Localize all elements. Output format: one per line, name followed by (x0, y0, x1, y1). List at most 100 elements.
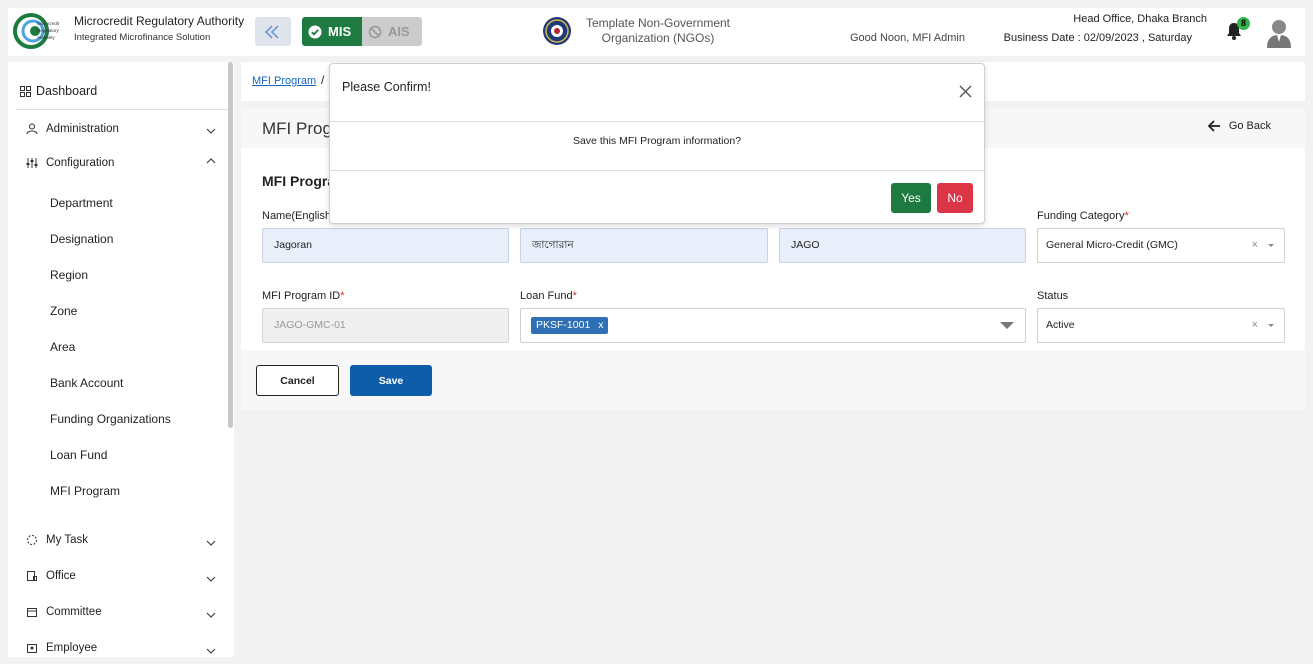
sidebar-item-configuration[interactable]: Configuration (26, 157, 216, 169)
sidebar-item-employee[interactable]: Employee (26, 642, 216, 654)
sidebar-item-loan-fund[interactable]: Loan Fund (50, 448, 107, 462)
yes-button[interactable]: Yes (891, 183, 931, 213)
sidebar-item-region[interactable]: Region (50, 268, 88, 282)
funding-category-label-text: Funding Category (1037, 210, 1125, 222)
cancel-button[interactable]: Cancel (256, 365, 339, 396)
sidebar-divider (16, 109, 228, 110)
sidebar-item-my-task[interactable]: My Task (26, 534, 216, 546)
dropdown-arrow-icon[interactable] (1000, 322, 1014, 329)
loan-fund-tag-label: PKSF-1001 (536, 319, 591, 331)
chevron-down-icon (206, 540, 216, 546)
user-greeting: Good Noon, MFI Admin (850, 32, 965, 44)
committee-icon (27, 608, 37, 617)
short-name-input[interactable]: JAGO (779, 228, 1026, 263)
sidebar-item-office[interactable]: Office (26, 570, 216, 582)
sidebar-item-funding-organizations[interactable]: Funding Organizations (50, 412, 171, 426)
check-circle-icon (308, 25, 322, 38)
ais-toggle-button[interactable]: AIS (362, 17, 422, 46)
configuration-label: Configuration (46, 157, 115, 169)
notification-badge: 8 (1237, 17, 1250, 30)
my-task-label: My Task (46, 534, 88, 546)
ais-label: AIS (388, 24, 410, 39)
sidebar-collapse-button[interactable] (255, 17, 291, 46)
sidebar-item-dashboard[interactable]: Dashboard (20, 84, 97, 98)
user-avatar-icon[interactable] (1266, 18, 1292, 48)
tenant-name: Template Non-Government Organization (NG… (578, 16, 738, 46)
chevron-up-icon (206, 158, 216, 164)
loan-fund-multiselect[interactable]: PKSF-1001 x (520, 308, 1026, 343)
name-bangla-input[interactable]: জাগোরান (520, 228, 768, 263)
chevron-down-icon (206, 612, 216, 618)
sidebar-item-administration[interactable]: Administration (26, 123, 216, 135)
sidebar-item-mfi-program[interactable]: MFI Program (50, 484, 120, 498)
office-label: Office (46, 570, 76, 582)
status-value: Active (1046, 319, 1075, 331)
mis-toggle-button[interactable]: MIS (302, 17, 362, 46)
dashboard-label: Dashboard (36, 84, 98, 98)
required-mark: * (340, 290, 345, 302)
dialog-title: Please Confirm! (342, 80, 431, 94)
dialog-divider (330, 170, 984, 171)
status-label: Status (1037, 290, 1069, 302)
sidebar-item-designation[interactable]: Designation (50, 232, 113, 246)
sidebar-item-department[interactable]: Department (50, 196, 113, 210)
tenant-line-1: Template Non-Government (585, 16, 731, 30)
sidebar-item-area[interactable]: Area (50, 340, 75, 354)
sidebar-item-bank-account[interactable]: Bank Account (50, 376, 123, 390)
committee-label: Committee (46, 606, 102, 618)
clear-icon[interactable]: × (1252, 309, 1258, 342)
sidebar-item-zone[interactable]: Zone (50, 304, 77, 318)
breadcrumb-link-mfi-program[interactable]: MFI Program (252, 75, 316, 87)
chevron-down-icon (206, 128, 216, 134)
ban-icon (368, 25, 382, 38)
government-emblem-icon (543, 17, 571, 45)
caret-down-icon (1268, 324, 1274, 327)
business-date: Business Date : 02/09/2023 , Saturday (1003, 32, 1192, 44)
employee-label: Employee (46, 642, 98, 654)
svg-text:Microcredit: Microcredit (37, 21, 60, 26)
required-mark: * (572, 290, 577, 302)
program-id-input: JAGO-GMC-01 (262, 308, 509, 343)
funding-category-value: General Micro-Credit (GMC) (1046, 239, 1178, 251)
go-back-button[interactable]: Go Back (1207, 120, 1271, 132)
employee-icon (27, 644, 37, 653)
mis-label: MIS (328, 24, 352, 39)
mra-logo-icon: Microcredit Regulatory Authority (13, 13, 60, 49)
save-button[interactable]: Save (350, 365, 432, 396)
administration-label: Administration (46, 123, 119, 135)
name-english-input[interactable]: Jagoran (262, 228, 509, 263)
caret-down-icon (1268, 244, 1274, 247)
loan-fund-label: Loan Fund* (520, 290, 577, 302)
sidebar-item-committee[interactable]: Committee (26, 606, 216, 618)
sidebar-scrollbar[interactable] (228, 62, 233, 428)
program-id-label-text: MFI Program ID (262, 290, 341, 302)
office-icon (27, 571, 37, 581)
org-name: Microcredit Regulatory Authority (74, 14, 245, 28)
clear-icon[interactable]: × (1252, 229, 1258, 262)
svg-text:Authority: Authority (37, 35, 56, 40)
page-title: MFI Prog (262, 119, 332, 138)
top-header: Microcredit Regulatory Authority Microcr… (8, 8, 1305, 56)
branch-name: Head Office, Dhaka Branch (1073, 13, 1207, 25)
org-subtitle: Integrated Microfinance Solution (74, 32, 211, 43)
arrow-left-icon (1207, 120, 1220, 132)
sliders-icon (26, 158, 38, 168)
svg-text:Regulatory: Regulatory (37, 28, 60, 33)
funding-category-label: Funding Category* (1037, 210, 1129, 222)
tag-remove-icon[interactable]: x (598, 319, 603, 331)
chevron-down-icon (206, 576, 216, 582)
required-mark: * (1124, 210, 1129, 222)
confirm-dialog: Please Confirm! Save this MFI Program in… (329, 63, 985, 224)
funding-category-select[interactable]: General Micro-Credit (GMC) × (1037, 228, 1285, 263)
grid-icon (20, 85, 31, 97)
breadcrumb-separator: / (321, 73, 325, 87)
close-icon[interactable] (959, 85, 972, 98)
no-button[interactable]: No (937, 183, 973, 213)
program-id-label: MFI Program ID* (262, 290, 345, 302)
double-chevron-left-icon (264, 24, 279, 39)
tenant-line-2: Organization (NGOs) (601, 31, 715, 45)
admin-icon (26, 123, 38, 135)
loan-fund-label-text: Loan Fund (520, 290, 573, 302)
status-select[interactable]: Active × (1037, 308, 1285, 343)
chevron-down-icon (206, 648, 216, 654)
